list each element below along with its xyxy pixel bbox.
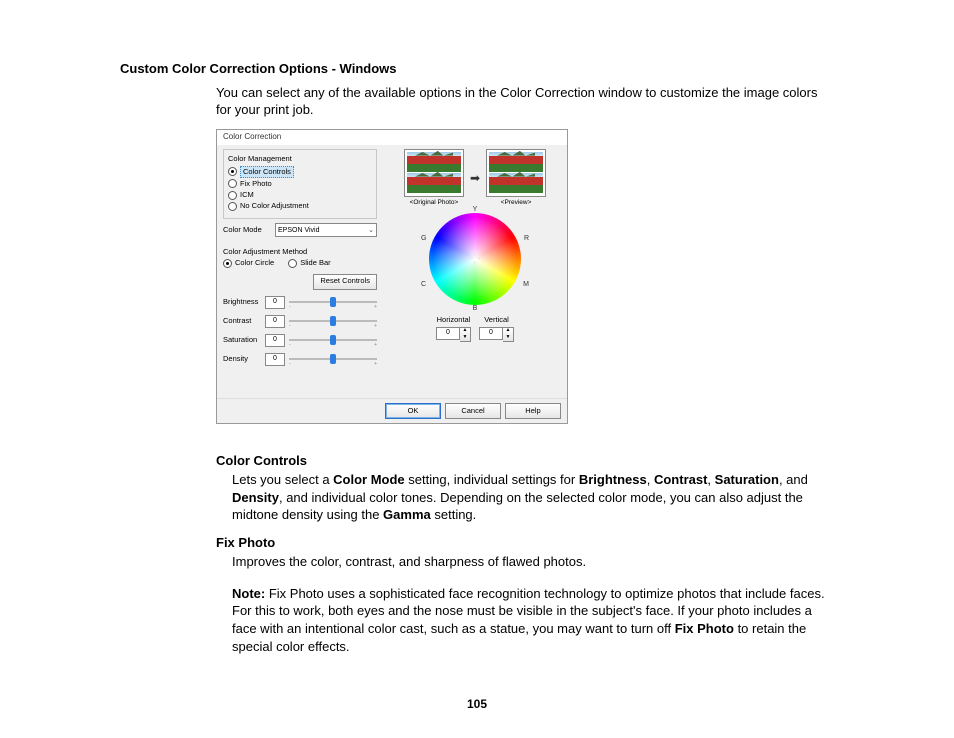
label-horizontal: Horizontal bbox=[437, 315, 471, 325]
preview-original: <Original Photo> bbox=[404, 149, 464, 208]
spinner-vertical[interactable]: 0 ▲▼ bbox=[479, 327, 514, 342]
radio-color-controls[interactable]: Color Controls bbox=[228, 166, 372, 178]
slider-saturation[interactable]: Saturation 0 -+ bbox=[223, 334, 377, 347]
desc-fix-photo: Improves the color, contrast, and sharpn… bbox=[232, 553, 834, 571]
note-fix-photo: Note: Fix Photo uses a sophisticated fac… bbox=[232, 585, 834, 655]
ok-button[interactable]: OK bbox=[385, 403, 441, 419]
subhead-fix-photo: Fix Photo bbox=[216, 534, 834, 552]
screenshot-color-correction: Color Correction Color Management Color … bbox=[216, 129, 568, 424]
help-button[interactable]: Help bbox=[505, 403, 561, 419]
slider-contrast[interactable]: Contrast 0 -+ bbox=[223, 315, 377, 328]
page-number: 105 bbox=[0, 696, 954, 712]
subhead-color-controls: Color Controls bbox=[216, 452, 834, 470]
radio-fix-photo[interactable]: Fix Photo bbox=[228, 179, 372, 189]
reset-controls-button[interactable]: Reset Controls bbox=[313, 274, 377, 290]
slider-density[interactable]: Density 0 -+ bbox=[223, 353, 377, 366]
group-color-management: Color Management Color Controls Fix Phot… bbox=[223, 149, 377, 220]
color-wheel[interactable]: Y G R C M B bbox=[429, 213, 521, 305]
radio-slide-bar[interactable]: Slide Bar bbox=[288, 258, 330, 268]
radio-no-adjust[interactable]: No Color Adjustment bbox=[228, 201, 372, 211]
section-heading: Custom Color Correction Options - Window… bbox=[120, 60, 834, 78]
chevron-down-icon: ⌄ bbox=[368, 226, 374, 235]
spinner-horizontal[interactable]: 0 ▲▼ bbox=[436, 327, 471, 342]
label-vertical: Vertical bbox=[484, 315, 509, 325]
label-color-mode: Color Mode bbox=[223, 225, 271, 235]
cancel-button[interactable]: Cancel bbox=[445, 403, 501, 419]
intro-paragraph: You can select any of the available opti… bbox=[216, 84, 834, 119]
row-color-mode: Color Mode EPSON Vivid ⌄ bbox=[223, 223, 377, 237]
radio-icm[interactable]: ICM bbox=[228, 190, 372, 200]
preview-result: <Preview> bbox=[486, 149, 546, 208]
radio-color-circle[interactable]: Color Circle bbox=[223, 258, 274, 268]
group-label: Color Management bbox=[228, 154, 372, 164]
dropdown-color-mode[interactable]: EPSON Vivid ⌄ bbox=[275, 223, 377, 237]
desc-color-controls: Lets you select a Color Mode setting, in… bbox=[232, 471, 834, 524]
label-adjust-method: Color Adjustment Method bbox=[223, 247, 377, 257]
arrow-right-icon: ➡ bbox=[470, 170, 480, 186]
slider-brightness[interactable]: Brightness 0 -+ bbox=[223, 296, 377, 309]
